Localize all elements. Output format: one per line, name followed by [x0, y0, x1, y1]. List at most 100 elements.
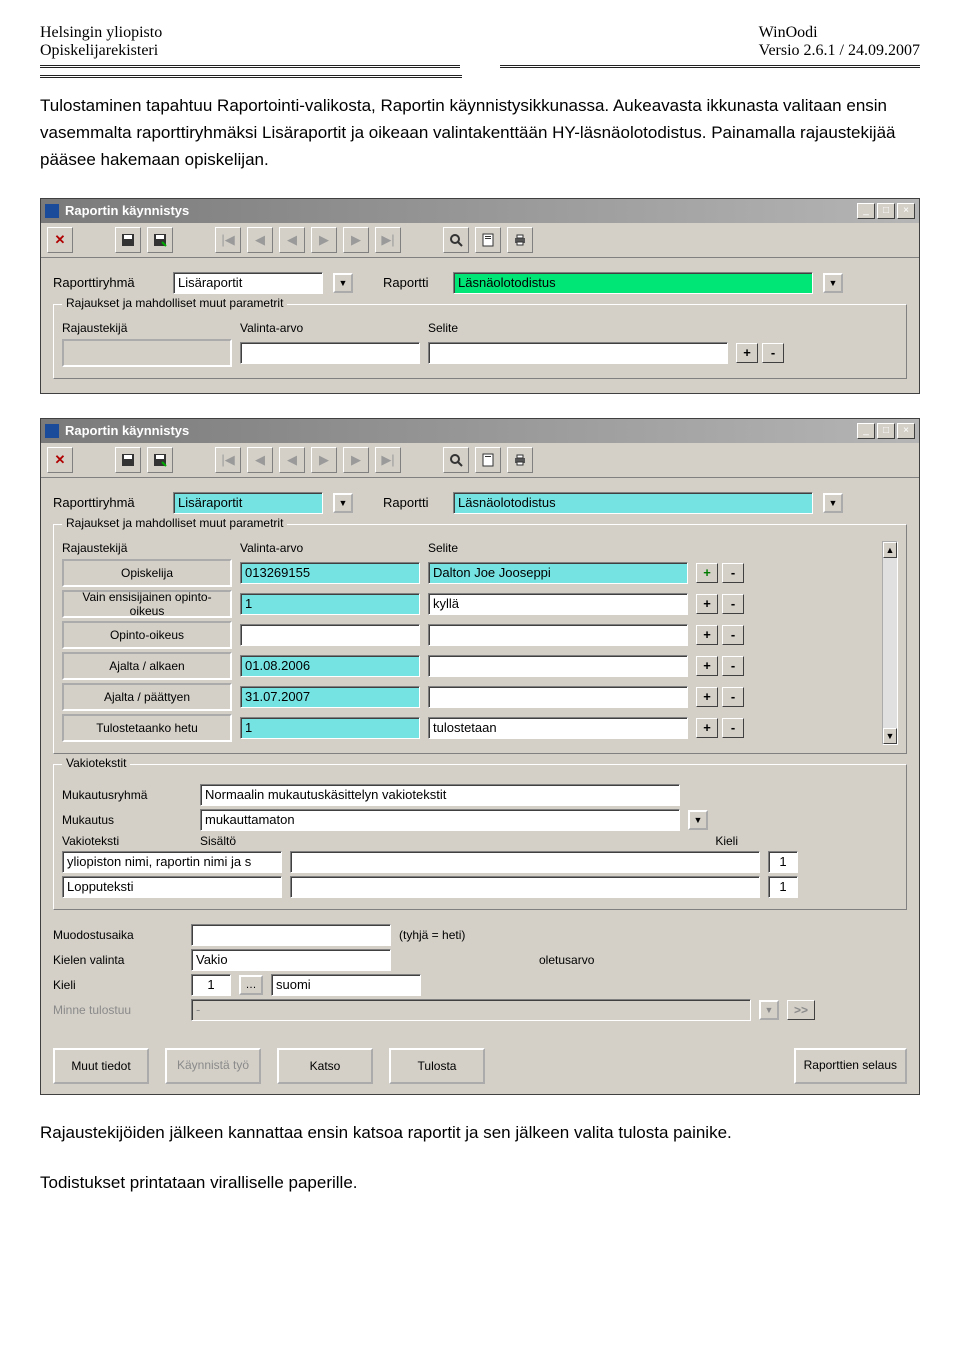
cancel-icon[interactable]: ✕ [47, 447, 73, 473]
minimize-button[interactable]: _ [857, 423, 875, 439]
selite-input[interactable]: kyllä [428, 593, 688, 615]
minus-button[interactable]: - [722, 625, 744, 645]
mukautusryhma-field[interactable]: Normaalin mukautuskäsittelyn vakioteksti… [200, 784, 680, 806]
param-label[interactable]: Opinto-oikeus [62, 621, 232, 649]
col-selite: Selite [428, 321, 708, 335]
nav-prev2-icon[interactable]: ◀ [279, 227, 305, 253]
plus-button[interactable]: + [696, 656, 718, 676]
nav-next2-icon[interactable]: ▶ [343, 447, 369, 473]
selite-input[interactable] [428, 686, 688, 708]
valinta-input[interactable] [240, 342, 420, 364]
nav-prev2-icon[interactable]: ◀ [279, 447, 305, 473]
vakioteksti-row1-content[interactable] [290, 851, 760, 873]
kieli-browse-button[interactable]: … [239, 975, 263, 995]
minus-button[interactable]: - [722, 594, 744, 614]
minus-button[interactable]: - [762, 343, 784, 363]
raportti-field[interactable]: Läsnäolotodistus [453, 492, 813, 514]
kaynnista-button[interactable]: Käynnistä työ [165, 1048, 261, 1084]
search-icon[interactable] [443, 447, 469, 473]
scroll-down-icon[interactable]: ▼ [883, 728, 897, 744]
valinta-input[interactable]: 013269155 [240, 562, 420, 584]
param-label[interactable] [62, 339, 232, 367]
valinta-input[interactable]: 1 [240, 717, 420, 739]
raportti-dropdown-button[interactable]: ▼ [823, 493, 843, 513]
raporttiryhma-field[interactable]: Lisäraportit [173, 272, 323, 294]
param-label[interactable]: Opiskelija [62, 559, 232, 587]
plus-button[interactable]: + [736, 343, 758, 363]
raporttiryhma-field[interactable]: Lisäraportit [173, 492, 323, 514]
param-label[interactable]: Ajalta / alkaen [62, 652, 232, 680]
param-label[interactable]: Vain ensisijainen opinto-oikeus [62, 590, 232, 618]
raportti-dropdown-button[interactable]: ▼ [823, 273, 843, 293]
scrollbar[interactable]: ▲ ▼ [882, 541, 898, 745]
scroll-up-icon[interactable]: ▲ [883, 542, 897, 558]
vakioteksti-row1-kieli[interactable]: 1 [768, 851, 798, 873]
vakioteksti-row2-name[interactable]: Lopputeksti [62, 876, 282, 898]
tulosta-button[interactable]: Tulosta [389, 1048, 485, 1084]
minus-button[interactable]: - [722, 718, 744, 738]
selite-input[interactable] [428, 342, 728, 364]
report-launch-window-1: Raportin käynnistys _ □ × ✕ |◀ ◀ ◀ ▶ ▶ ▶… [40, 198, 920, 394]
preview-icon[interactable] [475, 447, 501, 473]
nav-last-icon[interactable]: ▶| [375, 227, 401, 253]
nav-next-icon[interactable]: ▶ [311, 227, 337, 253]
selite-input[interactable]: tulostetaan [428, 717, 688, 739]
minus-button[interactable]: - [722, 563, 744, 583]
valinta-input[interactable]: 01.08.2006 [240, 655, 420, 677]
save-icon[interactable] [115, 447, 141, 473]
vakioteksti-row2-kieli[interactable]: 1 [768, 876, 798, 898]
minne-go-button[interactable]: >> [787, 1000, 815, 1020]
print-icon[interactable] [507, 447, 533, 473]
minne-dropdown-button[interactable]: ▼ [759, 1000, 779, 1020]
preview-icon[interactable] [475, 227, 501, 253]
nav-prev-icon[interactable]: ◀ [247, 447, 273, 473]
param-label[interactable]: Ajalta / päättyen [62, 683, 232, 711]
maximize-button[interactable]: □ [877, 423, 895, 439]
save-as-icon[interactable] [147, 227, 173, 253]
param-label[interactable]: Tulostetaanko hetu [62, 714, 232, 742]
raportti-field[interactable]: Läsnäolotodistus [453, 272, 813, 294]
close-button[interactable]: × [897, 203, 915, 219]
cancel-icon[interactable]: ✕ [47, 227, 73, 253]
plus-button[interactable]: + [696, 625, 718, 645]
kieli-num-field[interactable]: 1 [191, 974, 231, 996]
close-button[interactable]: × [897, 423, 915, 439]
save-icon[interactable] [115, 227, 141, 253]
plus-button[interactable]: + [696, 594, 718, 614]
vakioteksti-row1-name[interactable]: yliopiston nimi, raportin nimi ja s [62, 851, 282, 873]
minus-button[interactable]: - [722, 656, 744, 676]
nav-first-icon[interactable]: |◀ [215, 227, 241, 253]
window-title: Raportin käynnistys [65, 423, 189, 438]
nav-last-icon[interactable]: ▶| [375, 447, 401, 473]
nav-first-icon[interactable]: |◀ [215, 447, 241, 473]
minimize-button[interactable]: _ [857, 203, 875, 219]
plus-button[interactable]: + [696, 718, 718, 738]
minus-button[interactable]: - [722, 687, 744, 707]
raporttiryhma-dropdown-button[interactable]: ▼ [333, 493, 353, 513]
search-icon[interactable] [443, 227, 469, 253]
nav-next2-icon[interactable]: ▶ [343, 227, 369, 253]
raporttiryhma-dropdown-button[interactable]: ▼ [333, 273, 353, 293]
valinta-input[interactable]: 31.07.2007 [240, 686, 420, 708]
mukautus-dropdown-button[interactable]: ▼ [688, 810, 708, 830]
selite-input[interactable] [428, 624, 688, 646]
maximize-button[interactable]: □ [877, 203, 895, 219]
print-icon[interactable] [507, 227, 533, 253]
selite-input[interactable]: Dalton Joe Jooseppi [428, 562, 688, 584]
save-as-icon[interactable] [147, 447, 173, 473]
valinta-input[interactable] [240, 624, 420, 646]
mukautus-field[interactable]: mukauttamaton [200, 809, 680, 831]
raporttien-selaus-button[interactable]: Raporttien selaus [794, 1048, 907, 1084]
valinta-input[interactable]: 1 [240, 593, 420, 615]
selite-input[interactable] [428, 655, 688, 677]
muodostusaika-field[interactable] [191, 924, 391, 946]
plus-button[interactable]: + [696, 563, 718, 583]
nav-next-icon[interactable]: ▶ [311, 447, 337, 473]
nav-prev-icon[interactable]: ◀ [247, 227, 273, 253]
plus-button[interactable]: + [696, 687, 718, 707]
vakioteksti-row2-content[interactable] [290, 876, 760, 898]
katso-button[interactable]: Katso [277, 1048, 373, 1084]
kielenvalinta-field[interactable]: Vakio [191, 949, 391, 971]
kieli-name-field[interactable]: suomi [271, 974, 421, 996]
muut-tiedot-button[interactable]: Muut tiedot [53, 1048, 149, 1084]
